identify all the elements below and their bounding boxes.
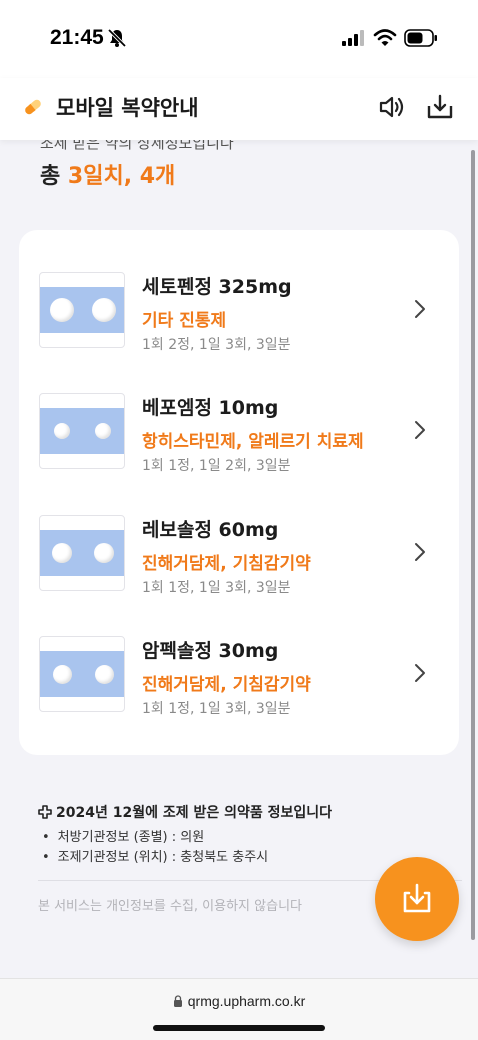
medication-item[interactable]: 세토펜정 325mg 기타 진통제 1회 2정, 1일 3회, 3일분 xyxy=(19,272,459,372)
download-icon[interactable] xyxy=(426,94,454,120)
browser-bottom-bar: qrmg.upharm.co.kr xyxy=(0,978,478,1040)
address-bar[interactable]: qrmg.upharm.co.kr xyxy=(0,993,478,1009)
floating-download-button[interactable] xyxy=(375,857,459,941)
info-line: 처방기관정보 (종별) : 의원 xyxy=(42,826,205,845)
summary-total-prefix: 총 xyxy=(40,164,61,189)
privacy-notice: 본 서비스는 개인정보를 수집, 이용하지 않습니다 xyxy=(38,899,302,914)
chevron-right-icon xyxy=(415,664,425,682)
medication-item[interactable]: 베포엠정 10mg 항히스타민제, 알레르기 치료제 1회 1정, 1일 2회,… xyxy=(19,393,459,493)
medication-category: 항히스타민제, 알레르기 치료제 xyxy=(142,432,364,452)
medication-item[interactable]: 레보솔정 60mg 진해거담제, 기침감기약 1회 1정, 1일 3회, 3일분 xyxy=(19,515,459,615)
medication-category: 진해거담제, 기침감기약 xyxy=(142,675,311,695)
medication-name: 암펙솔정 30mg xyxy=(142,640,279,662)
app-header: 모바일 복약안내 xyxy=(0,78,478,140)
scrollbar[interactable] xyxy=(471,150,475,940)
summary-total: 총 3일치, 4개 xyxy=(40,158,175,190)
pill-image xyxy=(39,515,125,591)
medication-name: 레보솔정 60mg xyxy=(142,519,279,541)
prescription-info-heading: 2024년 12월에 조제 받은 의약품 정보입니다 xyxy=(38,802,332,822)
medication-category: 기타 진통제 xyxy=(142,311,227,331)
signal-icon xyxy=(342,30,364,46)
prescription-info-heading-text: 2024년 12월에 조제 받은 의약품 정보입니다 xyxy=(56,805,333,821)
medication-list-card: 세토펜정 325mg 기타 진통제 1회 2정, 1일 3회, 3일분 베포엠정… xyxy=(19,230,459,755)
medication-dosage: 1회 1정, 1일 3회, 3일분 xyxy=(142,580,291,596)
pill-image xyxy=(39,393,125,469)
medication-category: 진해거담제, 기침감기약 xyxy=(142,554,311,574)
medication-item[interactable]: 암펙솔정 30mg 진해거담제, 기침감기약 1회 1정, 1일 3회, 3일분 xyxy=(19,636,459,736)
bell-slash-icon xyxy=(107,28,127,48)
info-line: 조제기관정보 (위치) : 충청북도 충주시 xyxy=(42,846,268,865)
medication-name: 베포엠정 10mg xyxy=(142,397,279,419)
lock-icon xyxy=(173,995,182,1007)
url-text: qrmg.upharm.co.kr xyxy=(187,993,306,1009)
chevron-right-icon xyxy=(415,421,425,439)
status-bar: 21:45 xyxy=(0,0,478,78)
home-indicator[interactable] xyxy=(153,1025,325,1031)
medication-dosage: 1회 1정, 1일 3회, 3일분 xyxy=(142,701,291,717)
pill-image xyxy=(39,636,125,712)
medication-name: 세토펜정 325mg xyxy=(142,276,292,298)
status-time: 21:45 xyxy=(50,26,104,49)
medication-dosage: 1회 2정, 1일 3회, 3일분 xyxy=(142,337,291,353)
wifi-icon xyxy=(373,29,397,46)
medication-dosage: 1회 1정, 1일 2회, 3일분 xyxy=(142,458,291,474)
speaker-icon[interactable] xyxy=(378,94,406,120)
pill-image xyxy=(39,272,125,348)
chevron-right-icon xyxy=(415,300,425,318)
battery-icon xyxy=(404,29,437,47)
download-icon xyxy=(403,883,431,913)
pill-icon xyxy=(25,99,41,115)
chevron-right-icon xyxy=(415,543,425,561)
app-title: 모바일 복약안내 xyxy=(56,96,199,120)
summary-total-highlight: 3일치, 4개 xyxy=(67,164,176,189)
plus-icon xyxy=(38,805,52,819)
